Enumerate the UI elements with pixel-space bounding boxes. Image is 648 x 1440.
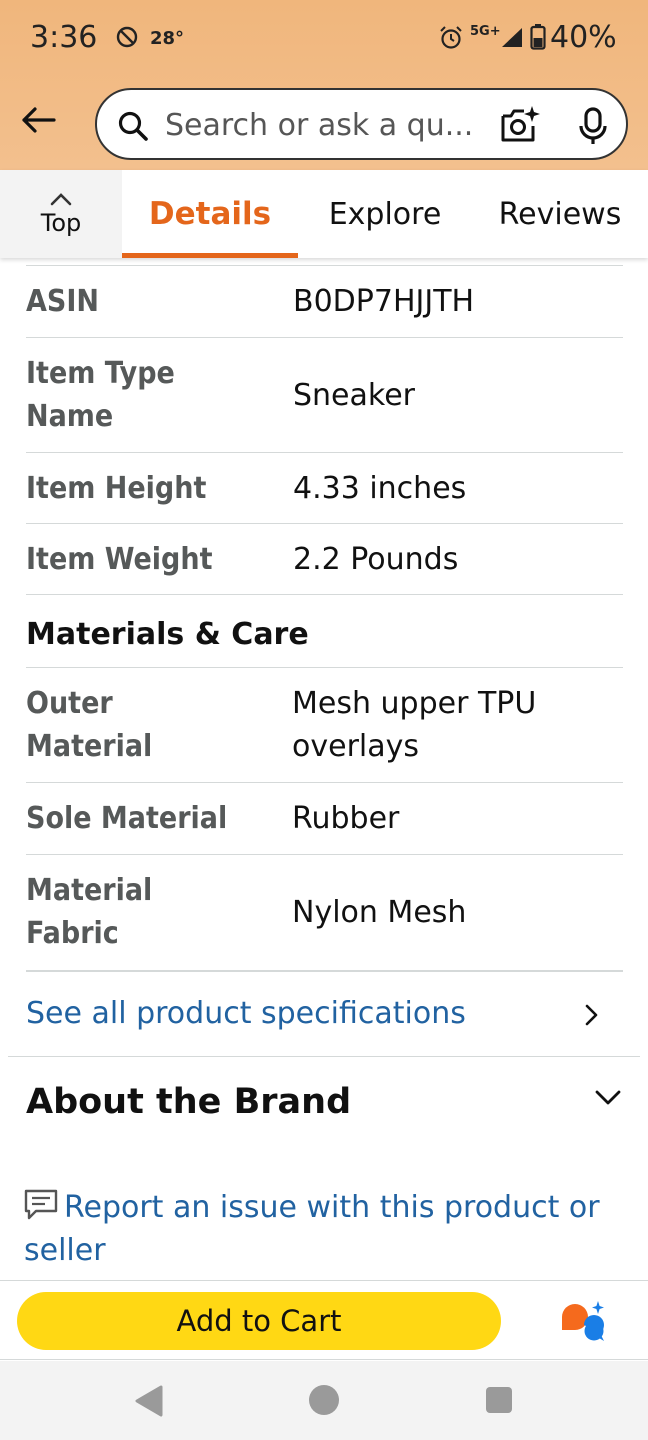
bottom-action-bar: Add to Cart — [0, 1280, 648, 1360]
chevron-right-icon — [585, 1004, 598, 1026]
camera-icon[interactable] — [499, 104, 541, 146]
section-tabs: Top Details Explore Reviews — [0, 170, 648, 258]
spec-value: B0DP7HJJTH — [293, 284, 475, 319]
status-network: 5G+ — [470, 24, 501, 39]
back-arrow-icon — [22, 107, 56, 133]
spec-label: Item Height — [26, 471, 207, 506]
about-brand-title: About the Brand — [26, 1082, 352, 1122]
chevron-up-icon — [50, 193, 72, 206]
tab-details[interactable]: Details — [122, 170, 298, 258]
section-title: Materials & Care — [26, 617, 309, 652]
spec-label: Item Weight — [26, 542, 213, 577]
see-all-specs-link[interactable]: See all product specifications — [26, 970, 623, 1056]
spec-row-item-weight: Item Weight 2.2 Pounds — [26, 524, 623, 595]
see-all-specs-label: See all product specifications — [26, 996, 466, 1031]
spec-row-item-height: Item Height 4.33 inches — [26, 453, 623, 524]
report-issue-label: Report an issue with this product or sel… — [24, 1190, 600, 1268]
section-divider — [8, 1056, 640, 1057]
spec-label: Sole Material — [26, 801, 228, 836]
battery-icon — [530, 24, 546, 50]
system-nav-bar — [0, 1361, 648, 1440]
spec-label: Item Type Name — [26, 356, 175, 434]
status-bar: 3:36 28° 5G+ 40% — [0, 0, 648, 80]
alarm-icon — [440, 26, 462, 49]
tab-top[interactable]: Top — [0, 170, 122, 258]
nav-recents-icon[interactable] — [486, 1387, 512, 1413]
spec-label: ASIN — [26, 284, 99, 319]
search-input[interactable] — [165, 104, 485, 146]
tab-explore[interactable]: Explore — [312, 170, 458, 258]
spec-row-asin: ASIN B0DP7HJJTH — [26, 266, 623, 338]
about-brand-expander[interactable]: About the Brand — [26, 1060, 623, 1150]
spec-label: Outer Material — [26, 686, 153, 764]
search-bar[interactable] — [95, 88, 628, 160]
spec-value: Sneaker — [293, 378, 415, 413]
spec-row-outer-material: Outer Material Mesh upper TPU overlays — [26, 668, 623, 783]
status-time: 3:36 — [30, 20, 98, 55]
spec-label: Material Fabric — [26, 873, 153, 951]
spec-value: Nylon Mesh — [292, 895, 467, 930]
tab-reviews[interactable]: Reviews — [480, 170, 640, 258]
chevron-down-icon — [595, 1090, 621, 1105]
back-button[interactable] — [14, 96, 62, 144]
mic-icon[interactable] — [573, 106, 613, 146]
signal-icon — [502, 28, 522, 47]
nav-home-icon[interactable] — [309, 1385, 339, 1415]
spec-value: 4.33 inches — [293, 471, 467, 506]
tab-top-label: Top — [40, 209, 82, 237]
status-battery-percent: 40% — [550, 20, 617, 55]
spec-value: Rubber — [292, 801, 400, 836]
spec-value: Mesh upper TPU overlays — [292, 686, 537, 764]
search-icon — [118, 111, 148, 141]
status-temperature: 28° — [150, 28, 185, 49]
app-header: 3:36 28° 5G+ 40% — [0, 0, 648, 170]
do-not-disturb-icon — [116, 26, 138, 48]
nav-back-icon[interactable] — [134, 1385, 164, 1417]
spec-row-item-type: Item Type Name Sneaker — [26, 338, 623, 453]
spec-row-sole-material: Sole Material Rubber — [26, 783, 623, 855]
report-icon — [24, 1189, 58, 1220]
section-materials: Materials & Care — [26, 595, 623, 668]
spec-row-material-fabric: Material Fabric Nylon Mesh — [26, 855, 623, 970]
spec-value: 2.2 Pounds — [293, 542, 459, 577]
rufus-icon[interactable] — [558, 1299, 608, 1343]
report-issue-link[interactable]: Report an issue with this product or sel… — [24, 1186, 624, 1272]
add-to-cart-button[interactable]: Add to Cart — [17, 1292, 501, 1350]
